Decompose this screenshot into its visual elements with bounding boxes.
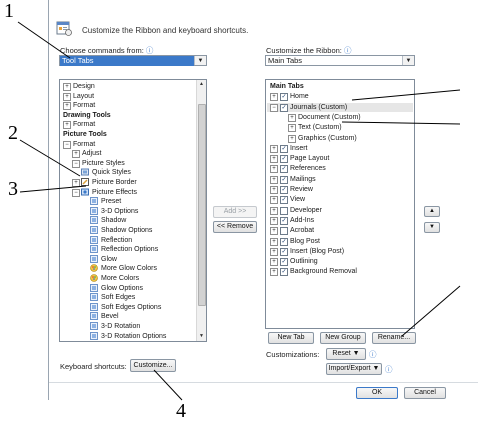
callout-lines — [17, 21, 461, 401]
